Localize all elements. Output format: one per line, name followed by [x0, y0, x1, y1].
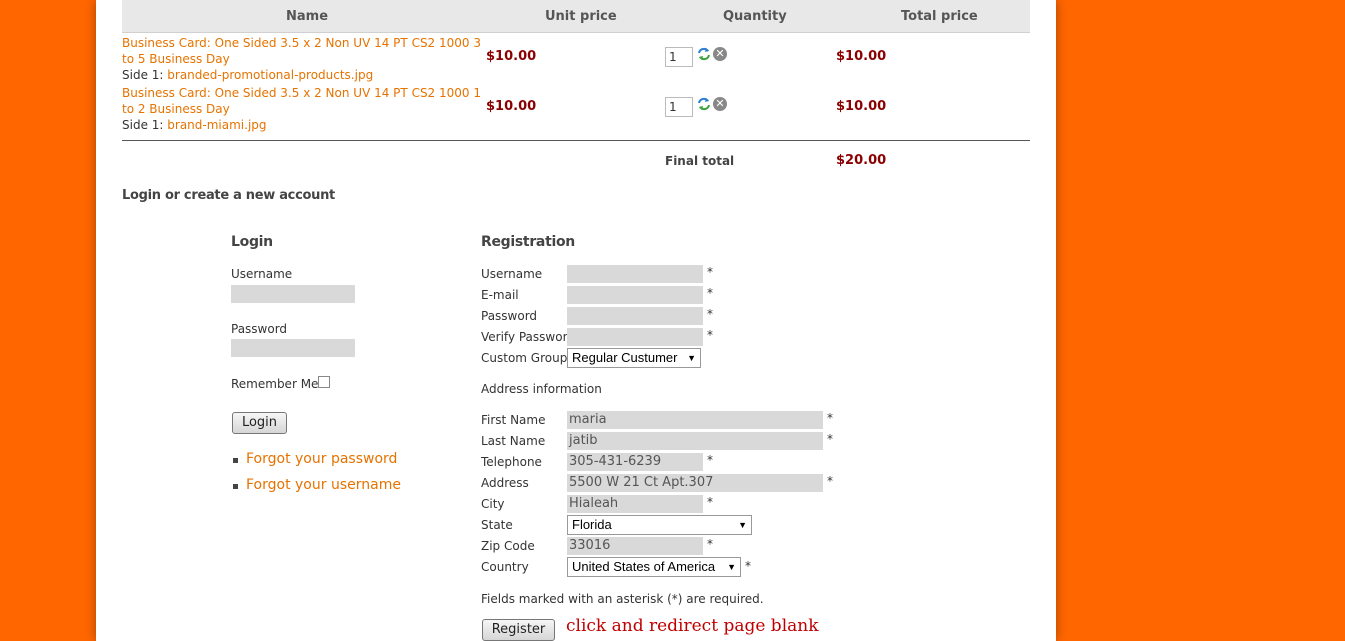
unit-price: $10.00: [486, 99, 537, 114]
bullet: [233, 458, 238, 463]
unit-price: $10.00: [486, 49, 537, 64]
reg-verify-password-input[interactable]: [567, 328, 703, 346]
reg-verify-password-label: Verify Password: [481, 330, 575, 344]
main-content: Name Unit price Quantity Total price Bus…: [96, 0, 1056, 641]
item-title-link[interactable]: Business Card: One Sided 3.5 x 2 Non UV …: [122, 36, 481, 66]
quantity-input[interactable]: 1: [665, 47, 693, 67]
state-label: State: [481, 518, 513, 532]
first-name-input[interactable]: maria: [567, 411, 823, 429]
login-username-input[interactable]: [231, 285, 355, 303]
city-label: City: [481, 497, 505, 511]
required-note: Fields marked with an asterisk (*) are r…: [481, 592, 764, 606]
reg-email-label: E-mail: [481, 288, 519, 302]
cart-table-header: Name Unit price Quantity Total price: [122, 0, 1030, 33]
item-name: Business Card: One Sided 3.5 x 2 Non UV …: [122, 35, 484, 83]
reg-username-input[interactable]: [567, 265, 703, 283]
last-name-label: Last Name: [481, 434, 546, 448]
chevron-down-icon: ▼: [738, 520, 747, 530]
last-name-input[interactable]: jatib: [567, 432, 823, 450]
required-star: *: [745, 559, 751, 573]
remember-me-checkbox[interactable]: [318, 376, 330, 388]
login-password-input[interactable]: [231, 339, 355, 357]
login-button[interactable]: Login: [232, 412, 287, 434]
custom-group-label: Custom Group: [481, 351, 568, 365]
first-name-label: First Name: [481, 413, 546, 427]
required-star: *: [707, 265, 713, 279]
annotation-note: click and redirect page blank: [566, 616, 819, 636]
reg-username-label: Username: [481, 267, 543, 281]
account-section-title: Login or create a new account: [122, 188, 335, 203]
final-total-value: $20.00: [836, 153, 887, 168]
refresh-icon[interactable]: [697, 47, 711, 61]
state-value: Florida: [572, 517, 612, 532]
reg-password-input[interactable]: [567, 307, 703, 325]
city-input[interactable]: Hialeah: [567, 495, 703, 513]
remember-me-label: Remember Me: [231, 377, 319, 391]
refresh-icon[interactable]: [697, 97, 711, 111]
chevron-down-icon: ▼: [687, 353, 696, 363]
state-select[interactable]: Florida ▼: [567, 515, 752, 535]
required-star: *: [707, 307, 713, 321]
register-button[interactable]: Register: [482, 619, 555, 641]
item-name: Business Card: One Sided 3.5 x 2 Non UV …: [122, 85, 484, 133]
required-star: *: [707, 537, 713, 551]
telephone-input[interactable]: 305-431-6239: [567, 453, 703, 471]
column-unit-price: Unit price: [545, 9, 617, 24]
side-label: Side 1:: [122, 68, 164, 82]
login-heading: Login: [231, 234, 273, 250]
column-quantity: Quantity: [723, 9, 787, 24]
file-link[interactable]: branded-promotional-products.jpg: [167, 68, 373, 82]
address-input[interactable]: 5500 W 21 Ct Apt.307: [567, 474, 823, 492]
zip-code-label: Zip Code: [481, 539, 535, 553]
required-star: *: [707, 286, 713, 300]
column-name: Name: [286, 9, 329, 24]
country-label: Country: [481, 560, 529, 574]
final-total-label: Final total: [665, 154, 735, 168]
forgot-password-link[interactable]: Forgot your password: [246, 451, 397, 467]
forgot-username-link[interactable]: Forgot your username: [246, 477, 401, 493]
telephone-label: Telephone: [481, 455, 542, 469]
delete-icon[interactable]: ✕: [713, 47, 727, 61]
reg-password-label: Password: [481, 309, 538, 323]
quantity-input[interactable]: 1: [665, 97, 693, 117]
file-link[interactable]: brand-miami.jpg: [167, 118, 266, 132]
required-star: *: [707, 328, 713, 342]
required-star: *: [827, 432, 833, 446]
chevron-down-icon: ▼: [727, 562, 736, 572]
country-value: United States of America: [572, 559, 716, 574]
delete-icon[interactable]: ✕: [713, 97, 727, 111]
reg-email-input[interactable]: [567, 286, 703, 304]
item-title-link[interactable]: Business Card: One Sided 3.5 x 2 Non UV …: [122, 86, 481, 116]
address-label: Address: [481, 476, 529, 490]
login-username-label: Username: [231, 267, 293, 281]
column-total-price: Total price: [901, 9, 978, 24]
zip-code-input[interactable]: 33016: [567, 537, 703, 555]
total-price: $10.00: [836, 99, 887, 114]
bullet: [233, 484, 238, 489]
registration-heading: Registration: [481, 234, 575, 250]
country-select[interactable]: United States of America ▼: [567, 557, 741, 577]
custom-group-select[interactable]: Regular Custumer ▼: [567, 348, 701, 368]
required-star: *: [827, 474, 833, 488]
required-star: *: [827, 411, 833, 425]
custom-group-value: Regular Custumer: [572, 350, 678, 365]
login-password-label: Password: [231, 322, 288, 336]
required-star: *: [707, 453, 713, 467]
required-star: *: [707, 495, 713, 509]
side-label: Side 1:: [122, 118, 164, 132]
address-info-heading: Address information: [481, 382, 602, 396]
total-price: $10.00: [836, 49, 887, 64]
divider: [122, 140, 1030, 141]
